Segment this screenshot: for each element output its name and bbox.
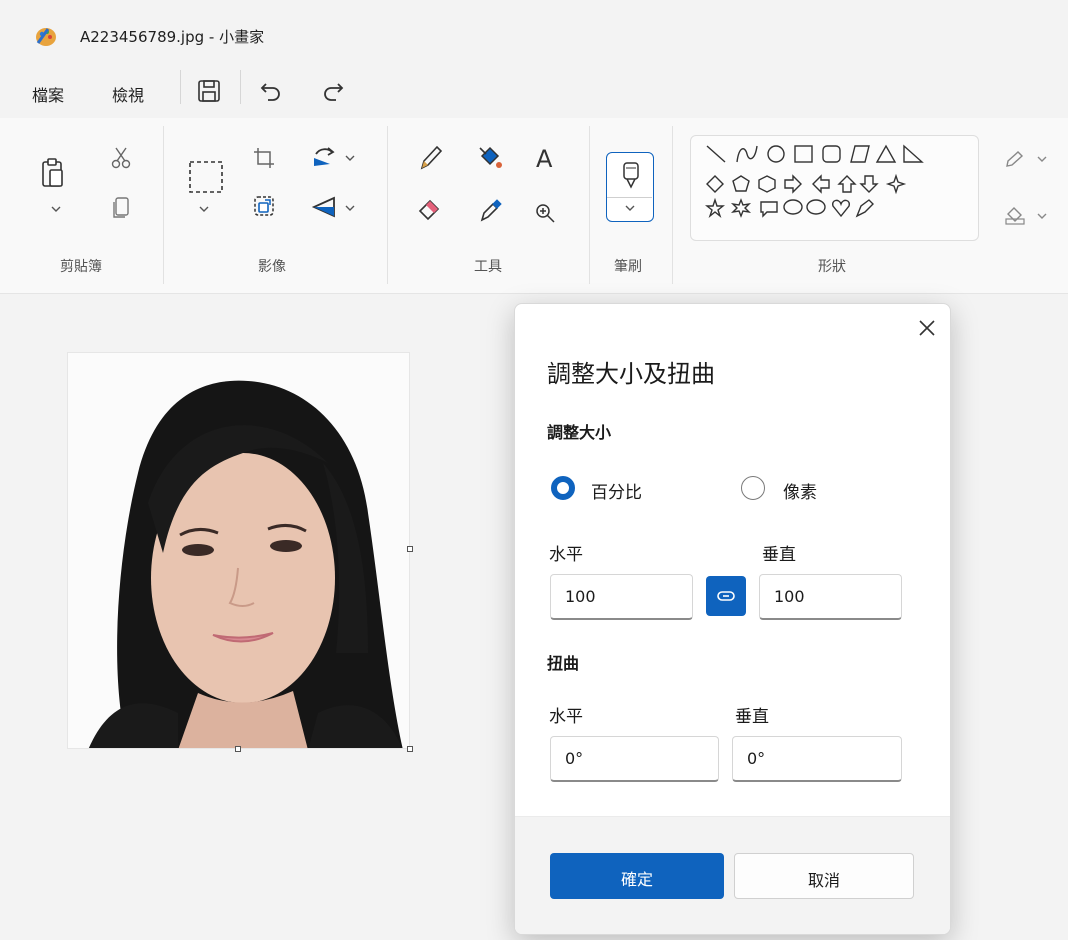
resize-icon[interactable] [252, 194, 276, 218]
redo-icon[interactable] [320, 78, 346, 104]
save-icon[interactable] [196, 78, 222, 104]
skew-vertical-input[interactable]: 0° [732, 736, 902, 782]
canvas-image[interactable] [67, 352, 410, 749]
chevron-down-icon[interactable] [344, 153, 356, 163]
link-icon [717, 591, 735, 601]
brush-divider [607, 197, 652, 198]
cancel-button[interactable]: 取消 [734, 853, 914, 899]
group-label-shapes: 形狀 [818, 259, 846, 275]
brushes-button[interactable] [606, 152, 654, 222]
chevron-down-icon [625, 205, 635, 211]
chevron-down-icon[interactable] [344, 203, 356, 213]
resize-horizontal-label: 水平 [549, 545, 583, 565]
menu-divider [240, 70, 241, 104]
portrait-photo [68, 353, 409, 748]
ribbon-divider [387, 126, 388, 284]
resize-section-label: 調整大小 [547, 423, 612, 442]
magnifier-icon[interactable] [534, 202, 556, 224]
group-label-clipboard: 剪貼簿 [60, 259, 102, 275]
group-label-brushes: 筆刷 [614, 259, 642, 275]
ribbon-divider [163, 126, 164, 284]
rotate-icon[interactable] [310, 144, 340, 170]
window-title: A223456789.jpg - 小畫家 [80, 28, 265, 46]
maintain-aspect-ratio-toggle[interactable] [706, 576, 746, 616]
radio-percentage[interactable] [551, 476, 575, 500]
eraser-icon[interactable] [416, 196, 444, 222]
copy-icon[interactable] [110, 196, 132, 220]
menu-divider [180, 70, 181, 104]
resize-skew-dialog: 調整大小及扭曲 調整大小 百分比 像素 水平 垂直 100 100 扭曲 水平 … [514, 303, 951, 935]
fill-bucket-icon[interactable] [476, 144, 504, 172]
ribbon-divider [672, 126, 673, 284]
title-bar: A223456789.jpg - 小畫家 [0, 0, 1068, 70]
skew-section-label: 扭曲 [547, 654, 580, 673]
resize-vertical-input[interactable]: 100 [759, 574, 902, 620]
pencil-icon[interactable] [418, 144, 444, 172]
undo-icon[interactable] [258, 78, 284, 104]
group-label-image: 影像 [258, 259, 286, 275]
paste-icon[interactable] [40, 158, 68, 190]
cut-icon[interactable] [110, 146, 132, 170]
crop-icon[interactable] [252, 146, 276, 170]
group-label-tools: 工具 [474, 259, 502, 275]
dialog-title: 調整大小及扭曲 [547, 360, 715, 388]
ok-button[interactable]: 確定 [550, 853, 724, 899]
radio-pixels-label[interactable]: 像素 [783, 478, 817, 503]
resize-handle-right[interactable] [407, 546, 413, 552]
color-picker-icon[interactable] [476, 196, 504, 224]
close-icon[interactable] [915, 316, 939, 340]
radio-pixels[interactable] [741, 476, 765, 500]
flip-icon[interactable] [310, 194, 340, 220]
shapes-gallery[interactable] [690, 135, 979, 241]
outline-icon[interactable] [1004, 150, 1026, 170]
resize-handle-bottom[interactable] [235, 746, 241, 752]
skew-horizontal-input[interactable]: 0° [550, 736, 719, 782]
chevron-down-icon[interactable] [1036, 211, 1048, 221]
skew-vertical-label: 垂直 [735, 707, 769, 727]
chevron-down-icon[interactable] [1036, 154, 1048, 164]
menu-file[interactable]: 檔案 [32, 82, 64, 106]
shape-fill-icon[interactable] [1004, 206, 1026, 226]
resize-horizontal-input[interactable]: 100 [550, 574, 693, 620]
brush-icon [623, 162, 639, 189]
shapes-grid[interactable] [705, 142, 965, 232]
text-tool-icon[interactable]: A [536, 145, 552, 173]
resize-handle-corner[interactable] [407, 746, 413, 752]
menu-view[interactable]: 檢視 [112, 82, 144, 106]
ribbon-divider [589, 126, 590, 284]
radio-percentage-label[interactable]: 百分比 [591, 478, 642, 503]
select-icon[interactable] [188, 160, 224, 194]
chevron-down-icon[interactable] [198, 204, 210, 214]
paint-app-icon [36, 28, 56, 46]
skew-horizontal-label: 水平 [549, 707, 583, 727]
chevron-down-icon[interactable] [50, 204, 62, 214]
resize-vertical-label: 垂直 [762, 545, 796, 565]
